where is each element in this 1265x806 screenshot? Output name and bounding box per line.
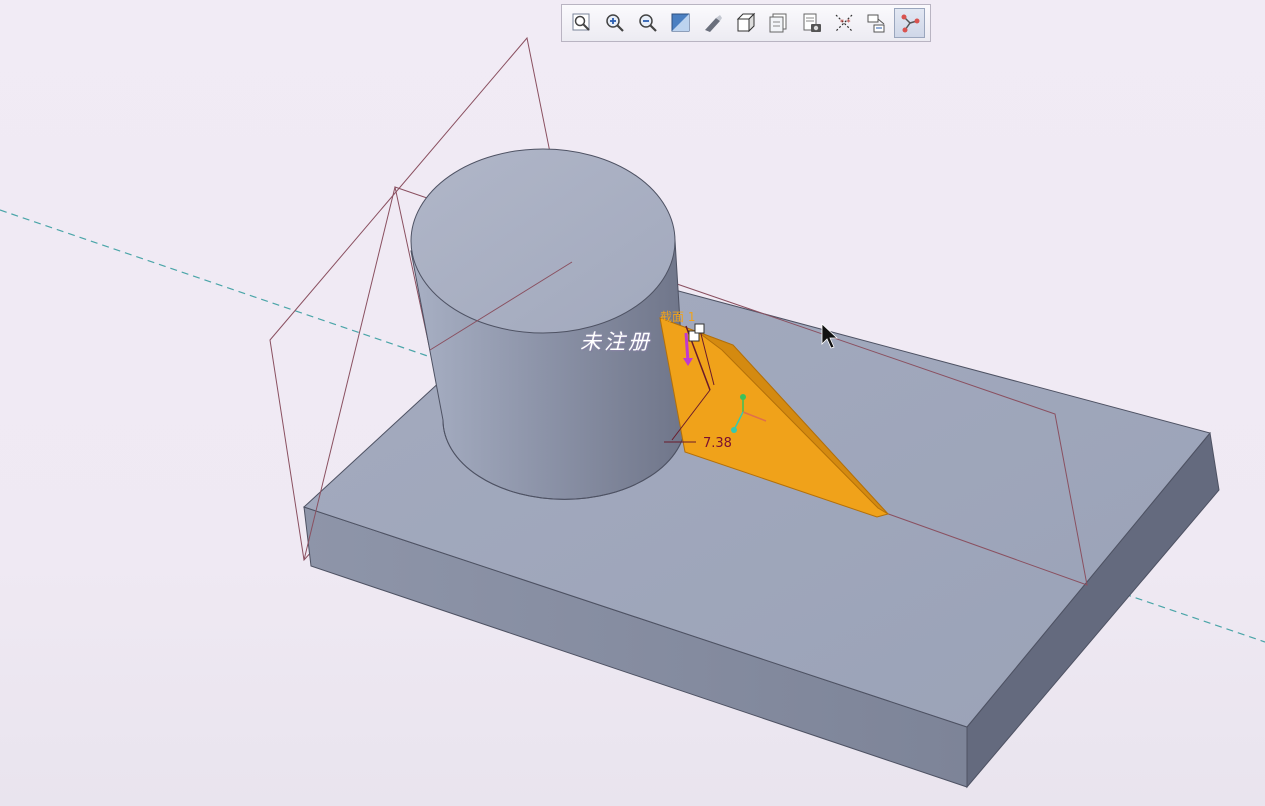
refit-button[interactable] bbox=[567, 8, 598, 38]
refit-icon bbox=[572, 13, 591, 31]
display-style-icon bbox=[736, 12, 756, 33]
datum-display-button[interactable]: * * bbox=[829, 8, 860, 38]
rib-drag-handle-2[interactable] bbox=[694, 323, 705, 334]
view-manager-icon bbox=[803, 13, 821, 32]
watermark-text: 未注册 bbox=[580, 330, 652, 354]
saved-orientations-button[interactable] bbox=[763, 8, 794, 38]
spin-center-button[interactable] bbox=[894, 8, 926, 38]
saved-orientations-icon bbox=[769, 13, 787, 33]
perspective-button[interactable] bbox=[698, 8, 729, 38]
triad-z-dot bbox=[731, 427, 737, 433]
perspective-icon bbox=[705, 15, 723, 32]
annotation-display-button[interactable] bbox=[862, 8, 893, 38]
display-style-button[interactable] bbox=[731, 8, 762, 38]
graphics-window[interactable]: 未注册 截面 1 7.38 * * bbox=[0, 0, 1265, 806]
direction-arrow[interactable] bbox=[684, 332, 690, 363]
zoom-in-button[interactable] bbox=[600, 8, 631, 38]
zoom-out-icon bbox=[639, 14, 657, 32]
model-scene[interactable] bbox=[0, 0, 1265, 806]
zoom-in-icon bbox=[606, 14, 624, 32]
dimension-value[interactable]: 7.38 bbox=[703, 436, 732, 451]
view-toolbar: * * bbox=[561, 4, 931, 42]
svg-text:* *: * * bbox=[840, 18, 851, 27]
cylinder-top-face[interactable] bbox=[410, 148, 676, 334]
section-label: 截面 1 bbox=[660, 310, 696, 324]
annotation-display-icon bbox=[867, 14, 885, 33]
repaint-button[interactable] bbox=[665, 8, 696, 38]
view-manager-button[interactable] bbox=[796, 8, 827, 38]
spin-center-icon bbox=[901, 14, 920, 33]
datum-display-icon: * * bbox=[835, 14, 853, 32]
zoom-out-button[interactable] bbox=[632, 8, 663, 38]
repaint-icon bbox=[671, 13, 690, 32]
triad-y-dot bbox=[740, 394, 746, 400]
